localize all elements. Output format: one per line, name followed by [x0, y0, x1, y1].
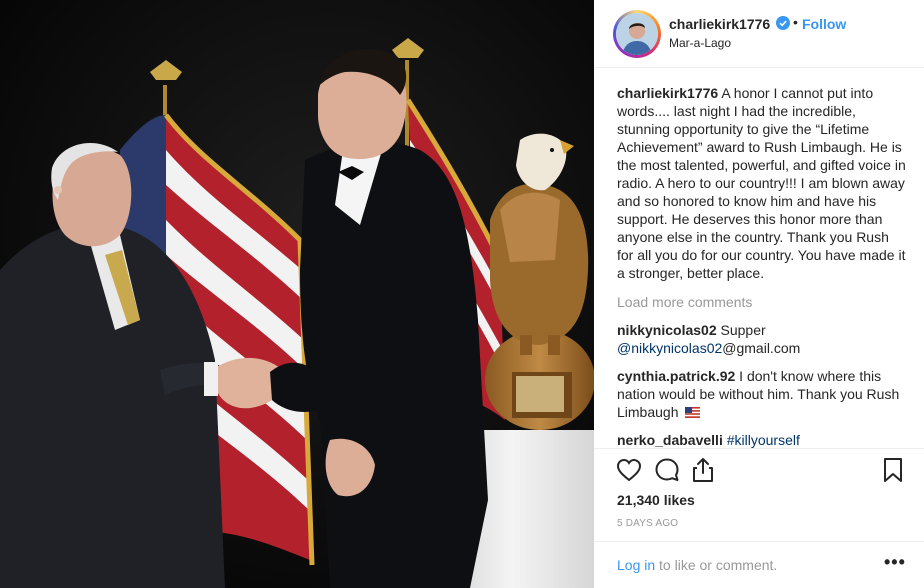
- comment-item: nerko_dabavelli #killyourself: [617, 431, 906, 448]
- more-options-icon[interactable]: •••: [884, 552, 906, 573]
- login-divider: [594, 541, 924, 542]
- heart-icon[interactable]: [615, 456, 643, 484]
- login-prompt-text: to like or comment.: [659, 557, 778, 573]
- login-link[interactable]: Log in: [617, 557, 655, 573]
- post-author-username[interactable]: charliekirk1776: [669, 16, 770, 32]
- likes-count[interactable]: 21,340 likes: [617, 492, 695, 508]
- post-details-panel: charliekirk1776 • Follow Mar-a-Lago char…: [594, 0, 924, 588]
- header-separator: •: [793, 14, 798, 30]
- caption-text: A honor I cannot put into words.... last…: [617, 85, 906, 281]
- post-header: charliekirk1776 • Follow Mar-a-Lago: [594, 0, 924, 68]
- login-prompt: Log in to like or comment.: [617, 557, 777, 573]
- comments-list[interactable]: charliekirk1776 A honor I cannot put int…: [594, 68, 924, 448]
- verified-badge-icon: [776, 16, 790, 30]
- comment-mention[interactable]: @nikkynicolas02: [617, 340, 722, 356]
- avatar-image: [616, 13, 658, 55]
- share-icon[interactable]: [689, 456, 717, 484]
- avatar-story-ring[interactable]: [613, 10, 661, 58]
- comment-hashtag[interactable]: #killyourself: [727, 432, 800, 448]
- comment-username[interactable]: nikkynicolas02: [617, 322, 717, 338]
- comment-bubble-icon[interactable]: [653, 456, 681, 484]
- photo-illustration: [0, 0, 594, 588]
- post-timestamp[interactable]: 5 DAYS AGO: [617, 518, 678, 529]
- load-more-comments-button[interactable]: Load more comments: [617, 293, 906, 311]
- post-actions-bar: [611, 456, 911, 486]
- us-flag-emoji-icon: [685, 407, 701, 418]
- comment-username[interactable]: cynthia.patrick.92: [617, 368, 735, 384]
- avatar[interactable]: [616, 13, 658, 55]
- post-caption: charliekirk1776 A honor I cannot put int…: [617, 84, 906, 282]
- post-location[interactable]: Mar-a-Lago: [669, 36, 731, 50]
- comment-item: cynthia.patrick.92 I don't know where th…: [617, 367, 906, 421]
- comment-item: nikkynicolas02 Supper @nikkynicolas02@gm…: [617, 321, 906, 357]
- comment-text: Supper: [720, 322, 766, 338]
- comment-username[interactable]: nerko_dabavelli: [617, 432, 723, 448]
- caption-username[interactable]: charliekirk1776: [617, 85, 718, 101]
- actions-divider: [594, 448, 924, 449]
- bookmark-icon[interactable]: [879, 456, 907, 484]
- follow-button[interactable]: Follow: [802, 16, 846, 32]
- comment-text-rest: @gmail.com: [722, 340, 801, 356]
- post-photo[interactable]: [0, 0, 594, 588]
